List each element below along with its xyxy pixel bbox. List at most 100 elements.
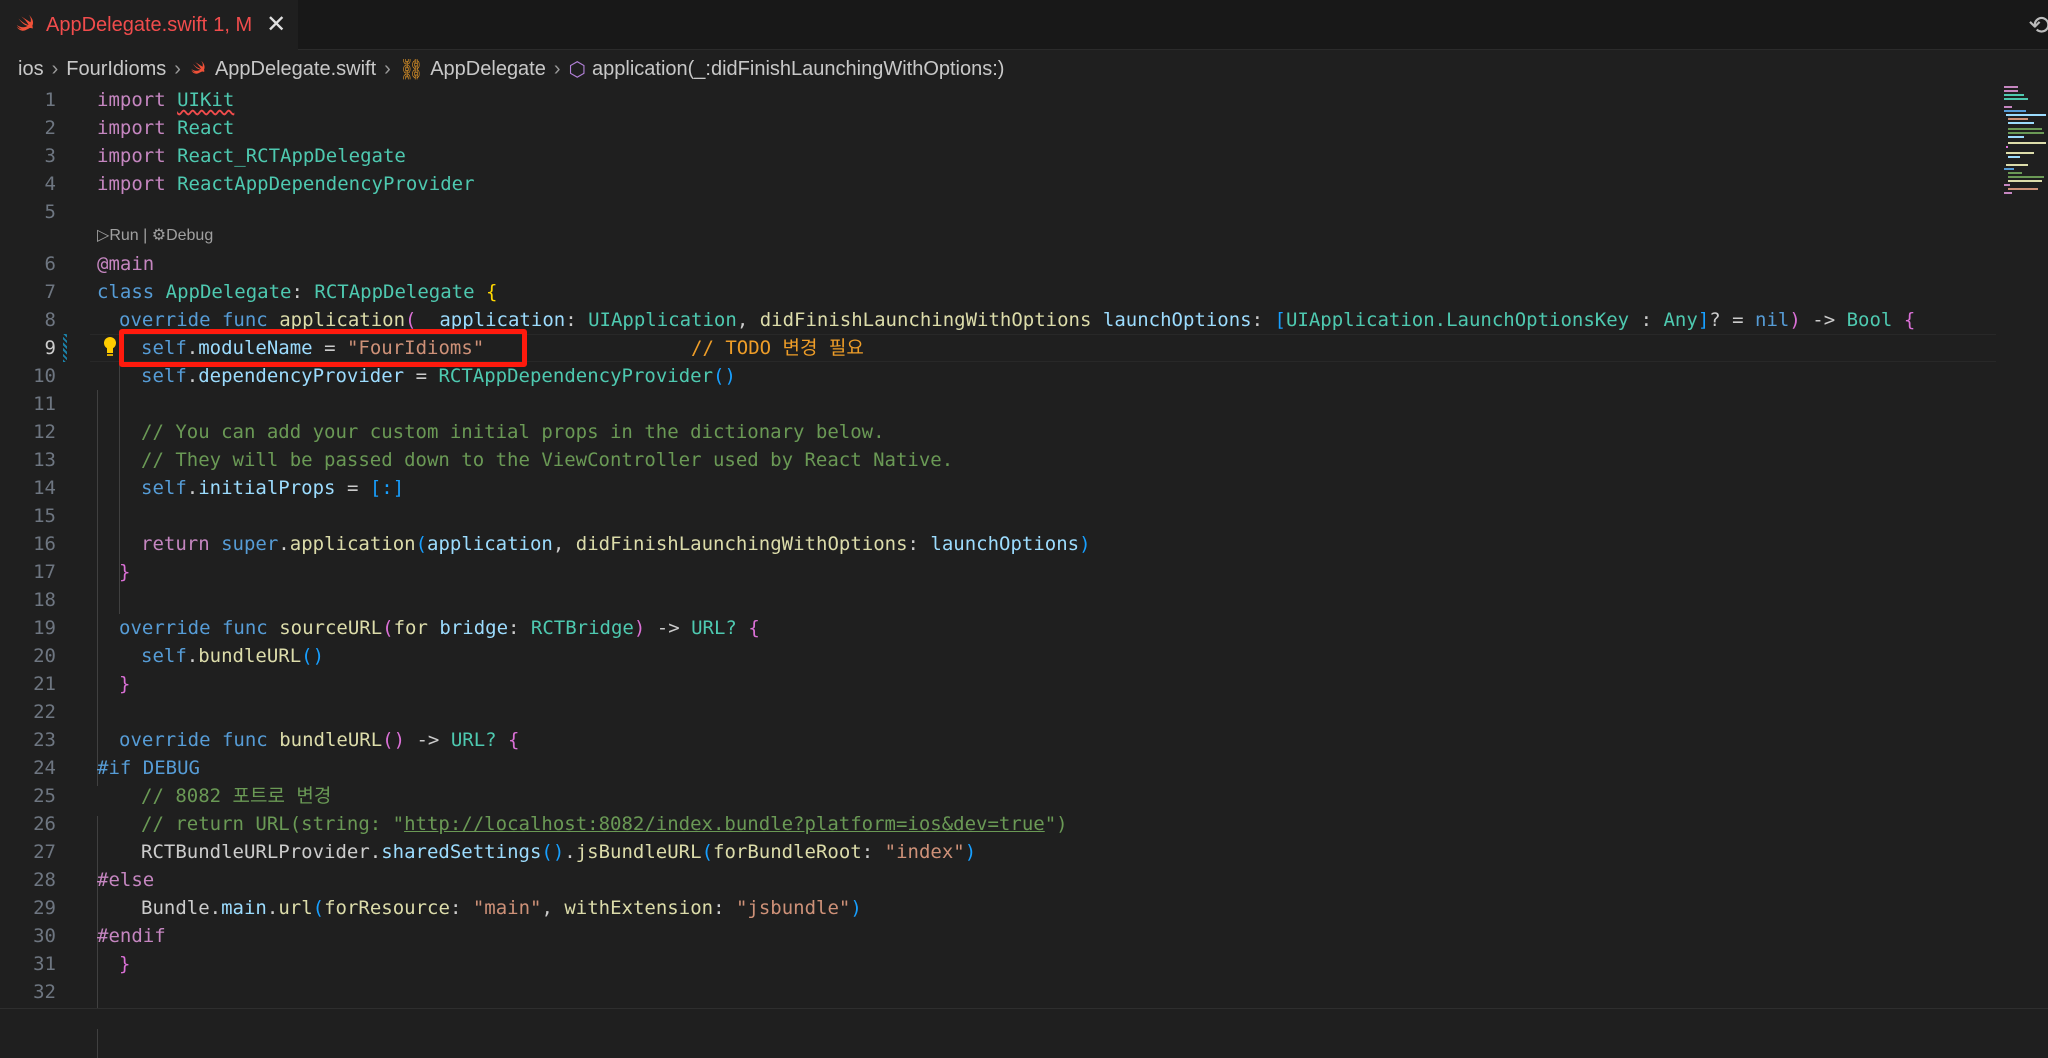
line-number: 7 bbox=[44, 281, 56, 303]
self-keyword: self bbox=[141, 477, 187, 499]
comment: // They will be passed down to the ViewC… bbox=[141, 449, 954, 471]
module-name: UIKit bbox=[177, 89, 235, 111]
code-line: override func sourceURL(for bridge: RCTB… bbox=[119, 617, 760, 639]
call: RCTAppDependencyProvider bbox=[438, 365, 714, 387]
class-name: RCTBundleURLProvider bbox=[141, 841, 370, 863]
keyword: class bbox=[97, 281, 155, 303]
class-name: AppDelegate bbox=[165, 281, 292, 303]
codelens-run[interactable]: Run bbox=[109, 227, 138, 244]
arg-label: forBundleRoot bbox=[713, 841, 862, 863]
code-line: // 8082 포트로 변경 bbox=[141, 782, 331, 810]
param-label: didFinishLaunchingWithOptions bbox=[759, 309, 1092, 331]
property: dependencyProvider bbox=[198, 365, 405, 387]
self-keyword: self bbox=[141, 365, 187, 387]
codelens-debug[interactable]: Debug bbox=[166, 227, 213, 244]
operator: = bbox=[415, 365, 428, 387]
code-editor[interactable]: 1 2 3 4 5 6 7 8 9 10 11 12 13 14 15 16 1… bbox=[0, 86, 2048, 1058]
breadcrumb-folder-fouridioms[interactable]: FourIdioms bbox=[66, 58, 166, 81]
paren: ( bbox=[405, 309, 417, 331]
function-call: jsBundleURL bbox=[575, 841, 702, 863]
method-symbol-icon: ⬡ bbox=[568, 58, 587, 81]
code-line: // You can add your custom initial props… bbox=[141, 418, 885, 446]
breadcrumb-file[interactable]: AppDelegate.swift bbox=[215, 58, 376, 81]
tab-title: AppDelegate.swift bbox=[46, 13, 208, 36]
function-call: url bbox=[278, 897, 313, 919]
punct: : bbox=[291, 281, 303, 303]
line-number: 22 bbox=[33, 701, 56, 723]
line-number: 16 bbox=[33, 533, 56, 555]
comment-link[interactable]: http://localhost:8082/index.bundle?platf… bbox=[404, 813, 1045, 835]
bracket: [ bbox=[1274, 309, 1286, 331]
brace: } bbox=[119, 953, 131, 975]
directive-flag: DEBUG bbox=[142, 757, 200, 779]
lightbulb-icon[interactable] bbox=[102, 335, 118, 359]
type: Any bbox=[1663, 309, 1698, 331]
chevron-right-icon: › bbox=[174, 57, 181, 80]
line-number: 20 bbox=[33, 645, 56, 667]
codelens: ▷Run | ⚙Debug bbox=[97, 224, 213, 248]
minimap[interactable] bbox=[2000, 86, 2048, 226]
param-label: for bbox=[393, 617, 428, 639]
paren: ( bbox=[415, 533, 428, 555]
modified-line-indicator bbox=[63, 334, 67, 362]
string-literal: "main" bbox=[472, 897, 542, 919]
punct: : bbox=[1640, 309, 1653, 331]
keyword: func bbox=[221, 309, 268, 331]
swift-file-icon bbox=[191, 60, 205, 74]
line-number: 13 bbox=[33, 449, 56, 471]
brace: { bbox=[508, 729, 520, 751]
code-line: import UIKit bbox=[97, 86, 234, 114]
code-line: // They will be passed down to the ViewC… bbox=[141, 446, 953, 474]
paren: () bbox=[382, 729, 406, 751]
history-icon[interactable]: ⟲ bbox=[2028, 10, 2048, 41]
function-call: bundleURL bbox=[198, 645, 302, 667]
directive: #if bbox=[97, 757, 132, 779]
superclass: RCTAppDelegate bbox=[314, 281, 475, 303]
line-number: 1 bbox=[44, 89, 56, 111]
paren: ( bbox=[701, 841, 714, 863]
keyword: override bbox=[119, 617, 211, 639]
line-number: 2 bbox=[44, 117, 56, 139]
breadcrumb-folder-ios[interactable]: ios bbox=[18, 58, 44, 81]
comment: ") bbox=[1044, 813, 1068, 835]
class-name: Bundle bbox=[141, 897, 210, 919]
line-number: 31 bbox=[33, 953, 56, 975]
code-line: Bundle.main.url(forResource: "main", wit… bbox=[141, 897, 862, 919]
todo-comment: // TODO 변경 필요 bbox=[691, 337, 864, 359]
function-name: sourceURL bbox=[279, 617, 383, 639]
line-number: 4 bbox=[44, 173, 56, 195]
type: UIApplication bbox=[588, 309, 737, 331]
type: Bool bbox=[1846, 309, 1893, 331]
line-number: 19 bbox=[33, 617, 56, 639]
line-number: 8 bbox=[44, 309, 56, 331]
breadcrumb-class[interactable]: AppDelegate bbox=[430, 58, 546, 81]
brace: { bbox=[748, 617, 760, 639]
code-line: } bbox=[119, 670, 130, 698]
keyword: super bbox=[221, 533, 279, 555]
string-literal: "jsbundle" bbox=[735, 897, 851, 919]
code-line-comment: // TODO 변경 필요 bbox=[691, 334, 864, 362]
type: URL? bbox=[691, 617, 737, 639]
arrow: -> bbox=[416, 729, 440, 751]
swift-file-icon bbox=[16, 14, 34, 31]
keyword: import bbox=[97, 117, 166, 139]
code-line: class AppDelegate: RCTAppDelegate { bbox=[97, 278, 497, 306]
code-line: @main bbox=[97, 250, 154, 278]
paren: ) bbox=[964, 841, 977, 863]
code-line: #else bbox=[97, 866, 154, 894]
line-number: 14 bbox=[33, 477, 56, 499]
close-icon[interactable]: ✕ bbox=[266, 13, 286, 37]
code-line: import React bbox=[97, 114, 234, 142]
breadcrumb-method[interactable]: application(_:didFinishLaunchingWithOpti… bbox=[592, 58, 1004, 81]
param: launchOptions bbox=[1102, 309, 1252, 331]
chevron-right-icon: › bbox=[51, 57, 59, 80]
code-line: import React_RCTAppDelegate bbox=[97, 142, 406, 170]
type: RCTBridge bbox=[530, 617, 634, 639]
code-line: override func bundleURL() -> URL? { bbox=[119, 726, 520, 754]
horizontal-scrollbar[interactable] bbox=[0, 1008, 2048, 1029]
module-name: React_RCTAppDelegate bbox=[177, 145, 406, 167]
tab-appdelegate-swift[interactable]: AppDelegate.swift 1, M ✕ bbox=[0, 0, 298, 50]
paren: ) bbox=[850, 897, 862, 919]
comment: // 8082 포트로 변경 bbox=[141, 785, 332, 807]
line-number: 12 bbox=[33, 421, 56, 443]
